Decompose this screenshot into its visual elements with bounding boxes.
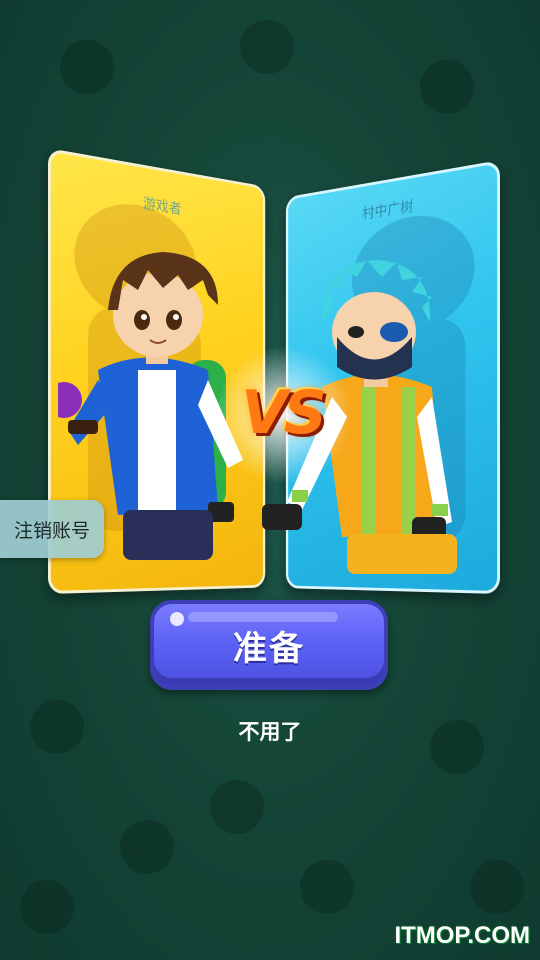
logout-button[interactable]: 注销账号 [0,500,104,558]
vs-label: VS [241,378,327,448]
site-watermark: ITMOP.COM [394,922,530,949]
button-highlight [188,612,338,622]
decline-link[interactable]: 不用了 [0,716,540,746]
ready-button-label: 准备 [233,628,305,669]
button-shine-icon [170,612,184,626]
ready-button[interactable]: 准备 [150,600,388,690]
vs-badge: VS [226,368,338,458]
